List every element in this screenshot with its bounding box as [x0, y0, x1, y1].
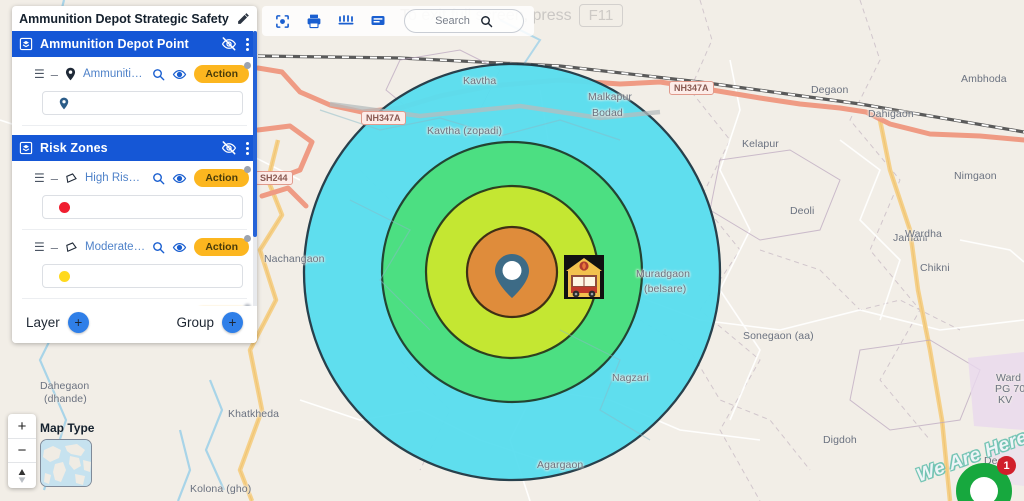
- layer-style-row-high-risk-zone[interactable]: [12, 195, 257, 229]
- layer-name: High Risk Zone: [85, 172, 145, 184]
- layer-action-button[interactable]: Action: [194, 62, 251, 83]
- collapse-icon[interactable]: –: [51, 172, 58, 185]
- panel-scrollbar-thumb[interactable]: [253, 31, 257, 237]
- action-notification-dot: [244, 304, 251, 306]
- panel-scrollbar[interactable]: [253, 31, 257, 306]
- search-placeholder: Search: [435, 15, 470, 27]
- eye-icon[interactable]: [172, 240, 187, 255]
- polygon-icon: [65, 241, 78, 254]
- locate-focus-icon[interactable]: [272, 11, 292, 31]
- layer-panel: Ammunition Depot Strategic Safety Ammuni…: [12, 6, 257, 343]
- map-type-thumbnail[interactable]: [40, 439, 92, 487]
- layer-action-label: Action: [205, 68, 238, 80]
- layer-group-title: Ammunition Depot Point: [40, 37, 189, 51]
- pencil-icon[interactable]: [237, 12, 250, 25]
- layer-group-icon: [19, 141, 33, 155]
- map-pin-icon: [65, 67, 76, 81]
- eye-icon[interactable]: [172, 67, 187, 82]
- layer-group-title: Risk Zones: [40, 141, 108, 155]
- color-swatch-high-risk[interactable]: [59, 201, 70, 213]
- style-preview-box[interactable]: [42, 264, 243, 288]
- add-layer-label: Layer: [26, 315, 60, 330]
- eye-icon[interactable]: [172, 171, 187, 186]
- layer-group-icon: [19, 37, 33, 51]
- print-icon[interactable]: [304, 11, 324, 31]
- polygon-icon: [65, 172, 78, 185]
- depot-map-pin-marker[interactable]: [493, 252, 531, 305]
- search-input[interactable]: Search: [404, 9, 524, 33]
- comment-icon[interactable]: [368, 11, 388, 31]
- zoom-to-layer-icon[interactable]: [152, 172, 165, 185]
- highway-shield-label: NH347A: [361, 111, 406, 125]
- zoom-to-layer-icon[interactable]: [152, 68, 165, 81]
- collapse-icon[interactable]: –: [51, 241, 58, 254]
- layer-name: Moderate Risk Zo...: [85, 241, 146, 253]
- map-type-control[interactable]: Map Type: [40, 421, 94, 487]
- page-title: Ammunition Depot Strategic Safety: [19, 11, 229, 26]
- layer-style-row-moderate-risk-zone[interactable]: [12, 264, 257, 298]
- eye-off-icon[interactable]: [221, 140, 237, 156]
- layer-list-scroll-area[interactable]: Ammunition Depot Point ☰ – Ammunition Ac…: [12, 31, 257, 306]
- map-pin-icon: [59, 97, 69, 110]
- style-preview-box[interactable]: [42, 91, 243, 115]
- eye-off-icon[interactable]: [221, 36, 237, 52]
- zoom-to-layer-icon[interactable]: [152, 241, 165, 254]
- layer-row-high-risk-zone[interactable]: ☰ – High Risk Zone Action: [12, 161, 257, 195]
- layer-action-label: Action: [205, 172, 238, 184]
- action-notification-dot: [244, 235, 251, 242]
- collapse-icon[interactable]: –: [51, 68, 58, 81]
- layer-group-header-ammunition-depot-point[interactable]: Ammunition Depot Point: [12, 31, 257, 57]
- color-swatch-moderate-risk[interactable]: [59, 270, 70, 282]
- highway-shield-label: NH347A: [669, 81, 714, 95]
- add-group-label: Group: [176, 315, 214, 330]
- fire-station-icon[interactable]: [564, 255, 604, 304]
- layer-name: Ammunition Dep...: [83, 68, 145, 80]
- map-toolbar: Search: [262, 6, 534, 36]
- layer-style-row-ammunition-depot[interactable]: [12, 91, 257, 125]
- add-layer-group[interactable]: Layer +: [26, 312, 89, 333]
- layer-row-moderate-risk-zone[interactable]: ☰ – Moderate Risk Zo... Action: [12, 230, 257, 264]
- highway-shield-label: SH244: [255, 171, 293, 185]
- search-icon[interactable]: [480, 15, 493, 28]
- plus-circle-icon-layer[interactable]: +: [67, 312, 89, 333]
- style-preview-box[interactable]: [42, 195, 243, 219]
- add-group-group[interactable]: Group +: [176, 312, 243, 333]
- map-type-label: Map Type: [40, 421, 95, 435]
- layer-action-button[interactable]: Action: [194, 166, 251, 187]
- kebab-menu-icon[interactable]: [246, 37, 249, 51]
- drag-handle-icon[interactable]: ☰: [34, 241, 45, 253]
- layer-group-header-risk-zones[interactable]: Risk Zones: [12, 135, 257, 161]
- action-notification-dot: [244, 62, 251, 69]
- zoom-in-button[interactable]: +: [8, 414, 36, 438]
- action-notification-dot: [244, 166, 251, 173]
- layer-row-ammunition-depot[interactable]: ☰ – Ammunition Dep...: [12, 57, 257, 91]
- layer-action-label: Action: [205, 241, 238, 253]
- panel-footer: Layer + Group +: [12, 306, 257, 343]
- kebab-menu-icon[interactable]: [246, 141, 249, 155]
- measure-icon[interactable]: [336, 11, 356, 31]
- drag-handle-icon[interactable]: ☰: [34, 68, 45, 80]
- layer-action-button[interactable]: Action: [194, 235, 251, 256]
- layer-row-low-risk-zone[interactable]: ☰ – Low Risk Zone Action: [12, 299, 257, 306]
- zoom-control: + −: [8, 414, 36, 488]
- divider: [22, 125, 247, 126]
- plus-circle-icon-group[interactable]: +: [222, 312, 243, 333]
- project-title-bar: Ammunition Depot Strategic Safety: [12, 6, 257, 31]
- drag-handle-icon[interactable]: ☰: [34, 172, 45, 184]
- compass-icon[interactable]: [8, 462, 36, 488]
- zoom-out-button[interactable]: −: [8, 438, 36, 462]
